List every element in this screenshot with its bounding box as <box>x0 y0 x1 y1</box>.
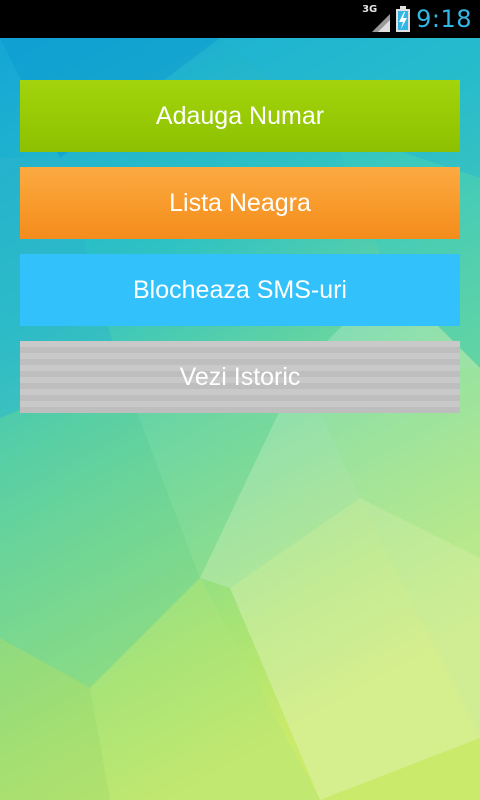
view-history-button[interactable]: Vezi Istoric <box>20 341 460 413</box>
view-history-label: Vezi Istoric <box>179 362 301 391</box>
block-sms-label: Blocheaza SMS-uri <box>133 275 347 304</box>
battery-charging-icon <box>396 6 411 32</box>
add-number-button[interactable]: Adauga Numar <box>20 80 460 152</box>
status-icons: 3G 9:18 <box>362 0 472 38</box>
blacklist-button[interactable]: Lista Neagra <box>20 167 460 239</box>
signal-icon <box>372 14 391 32</box>
blacklist-label: Lista Neagra <box>169 188 311 217</box>
add-number-label: Adauga Numar <box>155 101 325 130</box>
status-bar: 3G 9:18 <box>0 0 480 38</box>
clock: 9:18 <box>416 5 472 33</box>
block-sms-button[interactable]: Blocheaza SMS-uri <box>20 254 460 326</box>
main-menu: Adauga Numar Lista Neagra Blocheaza SMS-… <box>20 80 460 428</box>
signal-indicator: 3G <box>362 4 391 32</box>
